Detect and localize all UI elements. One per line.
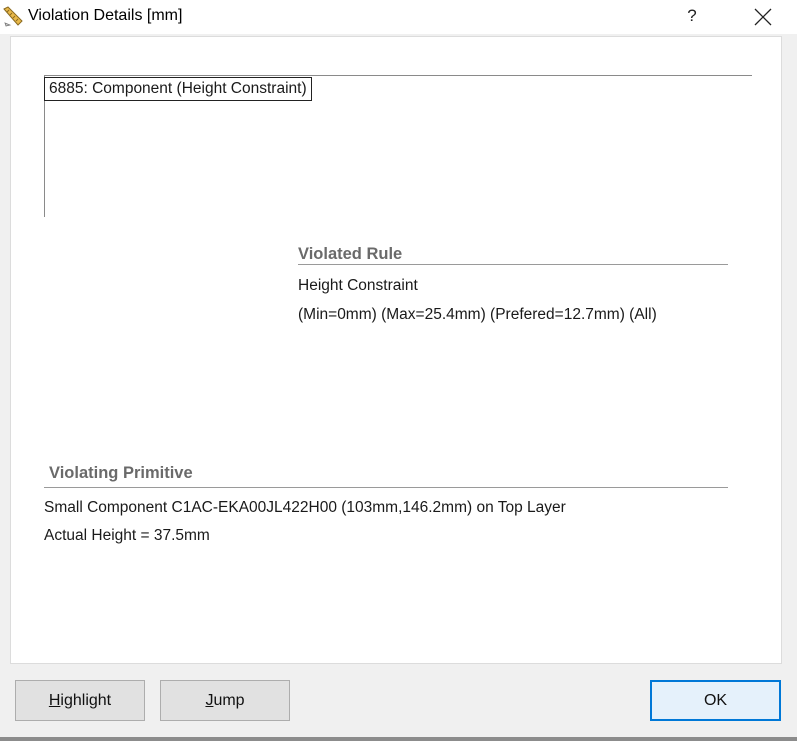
violation-tree-item[interactable]: 6885: Component (Height Constraint) [44,77,312,101]
ruler-pencil-icon [2,5,24,27]
violated-rule-divider [298,264,728,265]
window-title: Violation Details [mm] [28,7,183,24]
primitive-description: Small Component C1AC-EKA00JL422H00 (103m… [44,499,566,516]
tree-view-border-top [44,75,752,76]
jump-button[interactable]: Jump [160,680,290,721]
highlight-button[interactable]: Highlight [15,680,145,721]
rule-name: Height Constraint [298,277,418,294]
highlight-mnemonic: H [48,692,61,709]
ok-button[interactable]: OK [650,680,781,721]
window-bottom-edge [0,737,797,741]
violating-primitive-divider [44,487,728,488]
title-bar: Violation Details [mm] ? [0,0,797,34]
details-panel [10,36,782,664]
close-button[interactable] [741,2,785,32]
help-button[interactable]: ? [670,2,714,32]
violating-primitive-heading: Violating Primitive [49,464,193,482]
rule-details: (Min=0mm) (Max=25.4mm) (Prefered=12.7mm)… [298,306,657,323]
highlight-label: ighlight [60,692,112,709]
close-icon [754,8,772,26]
primitive-measurement: Actual Height = 37.5mm [44,527,210,544]
jump-label: ump [213,692,245,709]
violated-rule-heading: Violated Rule [298,245,403,263]
